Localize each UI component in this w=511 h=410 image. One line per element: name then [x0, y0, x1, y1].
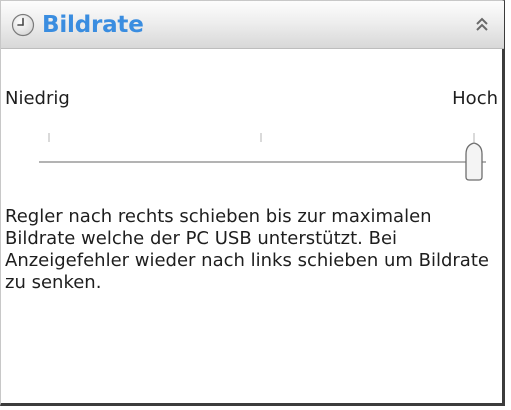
double-chevron-up-icon[interactable] [472, 15, 492, 35]
slider-thumb[interactable] [465, 142, 483, 181]
framerate-slider[interactable] [31, 129, 486, 189]
slider-min-label: Niedrig [5, 88, 70, 109]
panel-title: Bildrate [42, 12, 144, 38]
help-text: Regler nach rechts schieben bis zur maxi… [5, 206, 489, 293]
panel-header[interactable]: Bildrate [1, 1, 504, 49]
clock-icon [11, 13, 35, 37]
framerate-panel: Bildrate Niedrig Hoch Regler nach rechts… [0, 0, 505, 406]
slider-max-label: Hoch [452, 88, 498, 109]
